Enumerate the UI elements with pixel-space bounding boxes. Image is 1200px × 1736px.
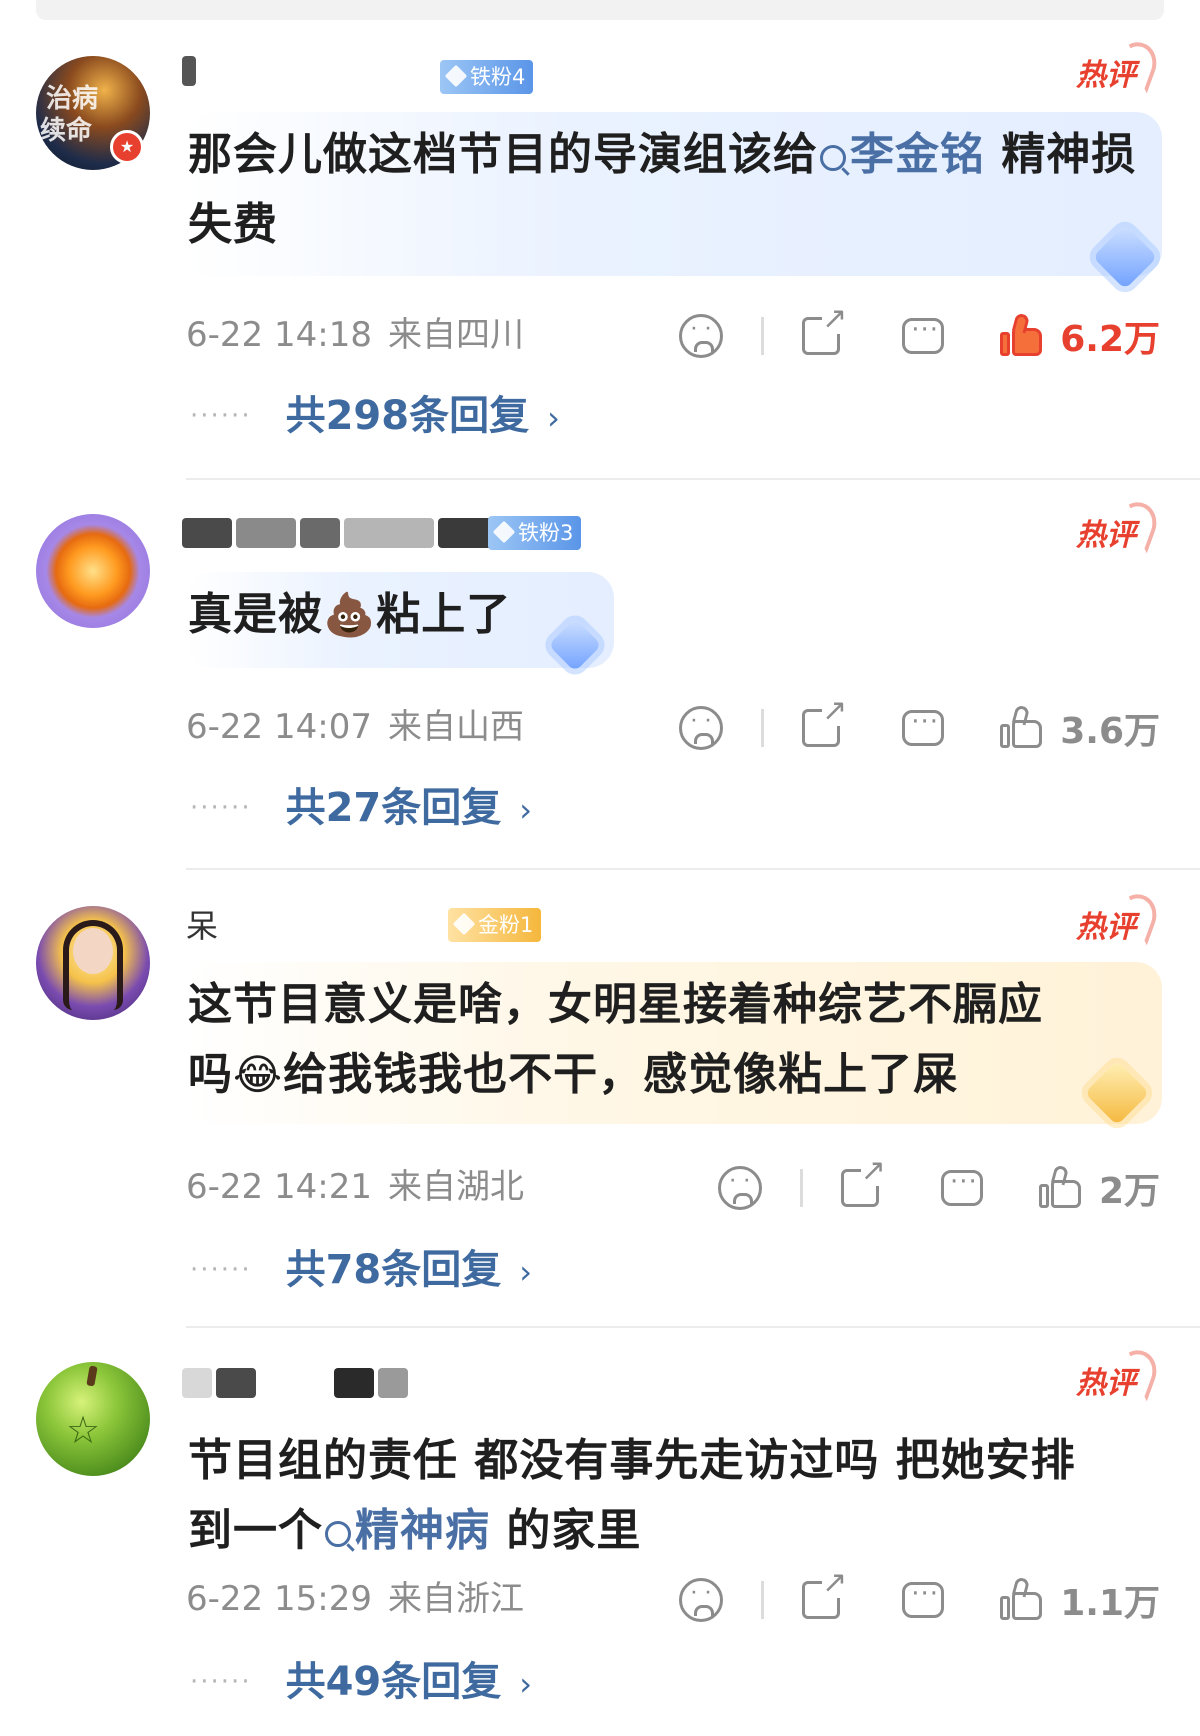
sad-face-icon[interactable]	[679, 706, 724, 750]
comment-text: 节目组的责任 都没有事先走访过吗 把她安排 到一个 精神病 的家里	[188, 1435, 1076, 1556]
like-count: 2万	[1098, 1171, 1160, 1212]
comment-bubble[interactable]: 那会儿做这档节目的导演组该给 李金铭 精神损失费	[186, 112, 1162, 290]
username-redacted[interactable]	[182, 1368, 412, 1402]
divider	[799, 1169, 803, 1207]
comment-meta: 6-22 14:18 来自四川	[186, 310, 524, 360]
comment-time: 6-22 15:29	[186, 1579, 372, 1619]
diamond-gem-icon	[452, 912, 476, 936]
verified-badge-icon: ★	[110, 130, 144, 164]
comment-bubble[interactable]: 真是被💩粘上了	[186, 572, 614, 672]
chevron-right-icon: ›	[547, 399, 560, 437]
comment-meta: 6-22 15:29 来自浙江	[186, 1574, 524, 1624]
comment-time: 6-22 14:18	[186, 315, 372, 355]
comment-item: 呆 金粉1 热评 这节目意义是啥，女明星接着种综艺不膈应 吗😂给我钱我也不干，感…	[0, 870, 1200, 1328]
chevron-right-icon: ›	[519, 1253, 533, 1291]
comment-location: 来自四川	[387, 315, 524, 355]
comment-text: 真是被💩粘上了	[188, 589, 512, 640]
hot-comment-tag: 热评	[1076, 1344, 1163, 1402]
share-icon[interactable]	[802, 304, 848, 355]
comment-icon[interactable]	[902, 315, 945, 354]
avatar[interactable]: ☆	[36, 1362, 150, 1476]
thumbs-up-icon[interactable]	[1000, 704, 1044, 750]
avatar[interactable]	[36, 906, 150, 1020]
chevron-right-icon: ›	[519, 1665, 533, 1703]
sad-face-icon[interactable]	[679, 1578, 724, 1622]
username-redacted[interactable]	[182, 518, 502, 552]
username[interactable]: 呆	[186, 906, 218, 946]
sad-face-icon[interactable]	[679, 314, 724, 358]
comment-actions: 2万	[717, 1156, 1160, 1216]
search-icon	[325, 1521, 351, 1547]
topic-link[interactable]: 精神病	[355, 1505, 490, 1556]
fan-badge: 铁粉4	[440, 60, 534, 94]
fan-badge: 金粉1	[448, 908, 542, 942]
comment-bubble[interactable]: 这节目意义是啥，女明星接着种综艺不膈应 吗😂给我钱我也不干，感觉像粘上了屎	[186, 962, 1162, 1126]
topic-link[interactable]: 李金铭	[850, 129, 985, 180]
hot-comment-tag: 热评	[1076, 496, 1163, 554]
comment-time: 6-22 14:07	[186, 707, 372, 747]
replies-count: 共78条回复	[285, 1247, 502, 1293]
comment-text: 那会儿做这档节目的导演组该给 李金铭 精神损失费	[188, 129, 1137, 250]
divider	[761, 317, 765, 355]
comment-actions: 1.1万	[679, 1568, 1160, 1628]
replies-count: 共27条回复	[285, 785, 502, 831]
thumbs-up-icon[interactable]	[1000, 312, 1044, 358]
view-replies-link[interactable]: ······ 共78条回复 ›	[190, 1242, 532, 1298]
thread-dots: ······	[190, 1255, 252, 1285]
replies-count: 共298条回复	[285, 393, 530, 439]
poop-emoji: 💩	[323, 590, 377, 639]
comment-item: ☆ 热评 节目组的责任 都没有事先走访过吗 把她安排 到一个 精神病 的家里 6-…	[0, 1328, 1200, 1736]
share-icon[interactable]	[802, 1568, 848, 1619]
comment-actions: 6.2万	[679, 304, 1160, 364]
thread-dots: ······	[190, 793, 252, 823]
comment-meta: 6-22 14:21 来自湖北	[186, 1162, 524, 1212]
comment-time: 6-22 14:21	[186, 1167, 372, 1207]
view-replies-link[interactable]: ······ 共298条回复 ›	[190, 388, 560, 444]
comment-location: 来自湖北	[387, 1167, 524, 1207]
share-icon[interactable]	[840, 1156, 886, 1207]
laughing-emoji: 😂	[233, 1050, 284, 1099]
thread-dots: ······	[190, 1667, 252, 1697]
comment-icon[interactable]	[940, 1167, 983, 1206]
like-count: 3.6万	[1060, 711, 1160, 752]
diamond-gem-icon	[492, 520, 516, 544]
replies-count: 共49条回复	[285, 1659, 502, 1705]
hot-comment-tag: 热评	[1076, 36, 1163, 94]
fan-badge: 铁粉3	[488, 516, 582, 550]
comment-location: 来自浙江	[387, 1579, 524, 1619]
thumbs-up-icon[interactable]	[1038, 1164, 1083, 1210]
diamond-gem-icon	[444, 64, 468, 88]
like-count: 6.2万	[1060, 319, 1160, 360]
thumbs-up-icon[interactable]	[1000, 1576, 1044, 1622]
comment-meta: 6-22 14:07 来自山西	[186, 702, 524, 752]
divider	[761, 709, 765, 747]
search-icon	[820, 145, 846, 171]
comment-bubble[interactable]: 节目组的责任 都没有事先走访过吗 把她安排 到一个 精神病 的家里	[186, 1418, 1162, 1568]
comment-location: 来自山西	[387, 707, 524, 747]
hot-comment-tag: 热评	[1076, 888, 1163, 946]
comment-item: 治病 续命 ★ 铁粉4 热评 那会儿做这档节目的导演组该给 李金铭 精神损失费 6…	[0, 0, 1200, 480]
like-count: 1.1万	[1060, 1583, 1160, 1624]
thread-dots: ······	[190, 401, 252, 431]
sad-face-icon[interactable]	[717, 1166, 762, 1210]
view-replies-link[interactable]: ······ 共49条回复 ›	[190, 1654, 532, 1710]
share-icon[interactable]	[802, 696, 848, 747]
comment-actions: 3.6万	[679, 696, 1160, 756]
comment-item: 铁粉3 热评 真是被💩粘上了 6-22 14:07 来自山西 3.6万 ·····…	[0, 480, 1200, 870]
comment-icon[interactable]	[902, 707, 945, 746]
comment-icon[interactable]	[902, 1579, 945, 1618]
comment-text: 这节目意义是啥，女明星接着种综艺不膈应 吗😂给我钱我也不干，感觉像粘上了屎	[188, 979, 1043, 1100]
avatar[interactable]	[36, 514, 150, 628]
view-replies-link[interactable]: ······ 共27条回复 ›	[190, 780, 532, 836]
chevron-right-icon: ›	[519, 791, 533, 829]
username-redacted[interactable]	[182, 56, 409, 90]
divider	[761, 1581, 765, 1619]
